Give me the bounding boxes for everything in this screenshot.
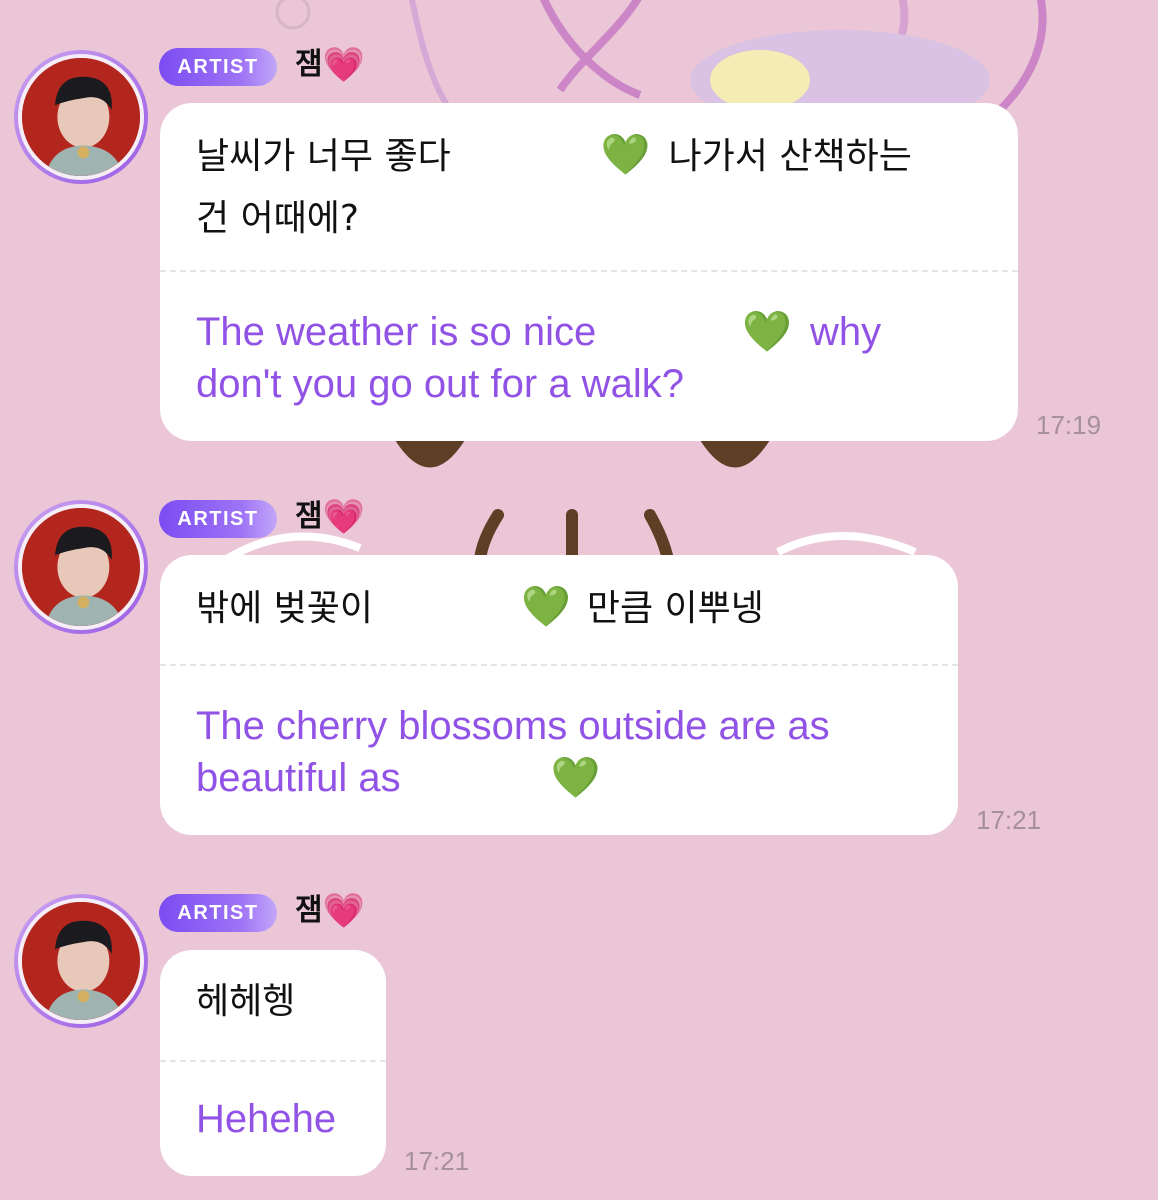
korean-text: 헤헤헹	[196, 981, 296, 1022]
timestamp: 17:19	[1036, 410, 1102, 440]
green-heart-icon: 💚	[521, 584, 571, 630]
english-translation: The cherry blossoms outside are as	[196, 704, 830, 748]
english-translation-line2: don't you go out for a walk?	[196, 362, 684, 406]
sender-name: 잼💗	[295, 892, 365, 930]
pink-heart-icon: 💗	[322, 497, 365, 537]
artist-photo-icon	[22, 508, 140, 626]
english-text-part: The weather is so nice	[196, 310, 597, 354]
korean-text: 밖에 벚꽃이 💚 만큼 이뿌넹	[196, 579, 764, 637]
korean-text: 날씨가 너무 좋다 💚 나가서 산책하는	[196, 127, 912, 185]
korean-text-part: 만큼 이뿌넹	[586, 588, 764, 629]
english-text-part: beautiful as	[196, 756, 401, 800]
korean-text-part: 나가서 산책하는	[668, 136, 912, 177]
green-heart-icon: 💚	[600, 132, 651, 178]
korean-text-part: 날씨가 너무 좋다	[196, 136, 451, 177]
sender-label: 잼	[295, 499, 323, 534]
sender-name: 잼💗	[295, 46, 365, 84]
sender-label: 잼	[295, 47, 323, 82]
english-translation-line2: beautiful as 💚	[196, 753, 600, 803]
pink-heart-icon: 💗	[322, 45, 365, 85]
avatar[interactable]	[14, 500, 148, 634]
english-translation: Hehehe	[196, 1097, 337, 1141]
green-heart-icon: 💚	[550, 756, 601, 800]
korean-text-line2: 건 어때에?	[196, 198, 360, 239]
green-heart-icon: 💚	[742, 310, 793, 354]
avatar[interactable]	[14, 894, 148, 1028]
translation-divider	[160, 270, 1018, 272]
sender-name: 잼💗	[295, 498, 365, 536]
english-text-part: why	[810, 310, 882, 354]
pink-heart-icon: 💗	[322, 891, 365, 931]
translation-divider	[160, 664, 958, 666]
timestamp: 17:21	[976, 805, 1042, 835]
message-bubble[interactable]: 헤헤헹 Hehehe	[160, 950, 386, 1176]
artist-badge: ARTIST	[159, 500, 277, 538]
artist-badge: ARTIST	[159, 894, 277, 932]
artist-badge: ARTIST	[159, 48, 277, 86]
korean-text-part: 밖에 벚꽃이	[196, 588, 374, 629]
translation-divider	[160, 1060, 386, 1062]
timestamp: 17:21	[404, 1146, 470, 1176]
sender-label: 잼	[295, 893, 323, 928]
message-bubble[interactable]: 밖에 벚꽃이 💚 만큼 이뿌넹 The cherry blossoms outsid…	[160, 555, 958, 835]
artist-photo-icon	[22, 902, 140, 1020]
avatar[interactable]	[14, 50, 148, 184]
artist-photo-icon	[22, 58, 140, 176]
english-translation: The weather is so nice 💚 why	[196, 307, 881, 357]
message-bubble[interactable]: 날씨가 너무 좋다 💚 나가서 산책하는 건 어때에? The weather is…	[160, 103, 1018, 441]
